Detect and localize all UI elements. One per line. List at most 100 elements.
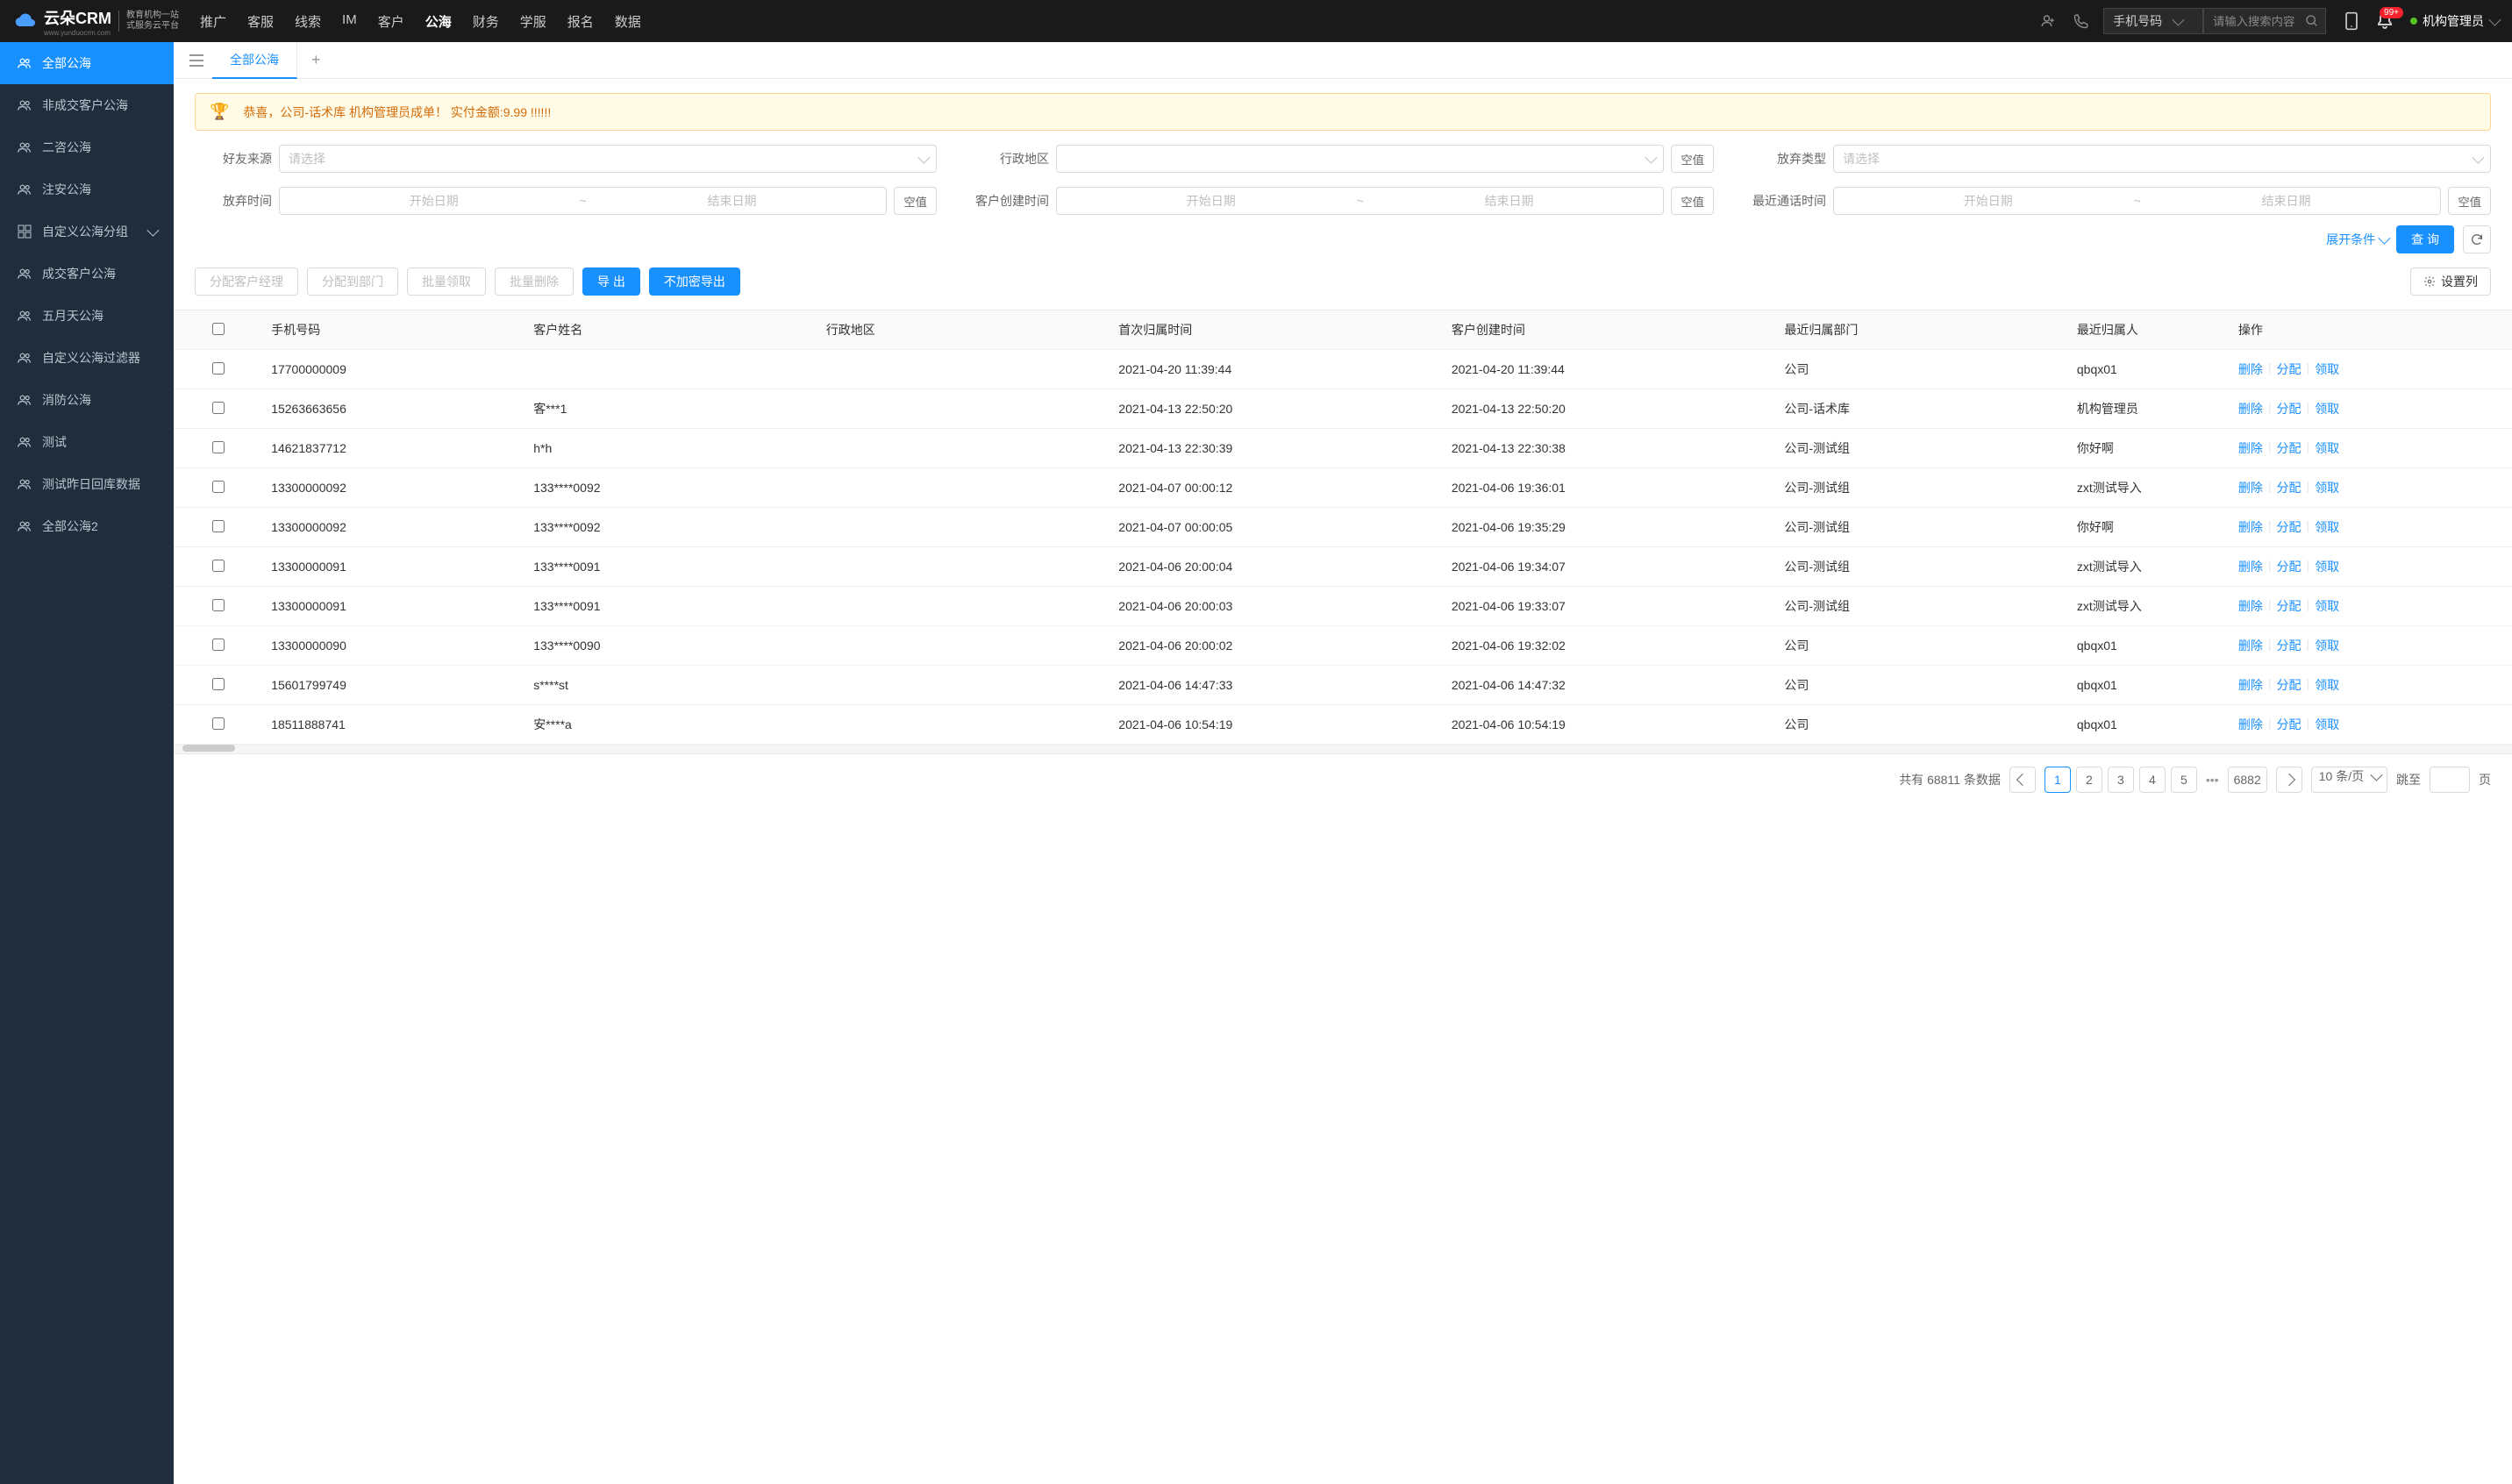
row-assign-link[interactable]: 分配 — [2277, 360, 2301, 378]
nav-item-1[interactable]: 客服 — [247, 12, 274, 31]
row-checkbox[interactable] — [212, 599, 225, 611]
assign-dept-button[interactable]: 分配到部门 — [307, 268, 398, 296]
export-button[interactable]: 导 出 — [582, 268, 640, 296]
expand-filters-link[interactable]: 展开条件 — [2326, 231, 2387, 248]
row-checkbox[interactable] — [212, 520, 225, 532]
row-delete-link[interactable]: 删除 — [2238, 676, 2263, 694]
notifications-button[interactable]: 99+ — [2377, 12, 2393, 30]
row-assign-link[interactable]: 分配 — [2277, 558, 2301, 575]
batch-claim-button[interactable]: 批量领取 — [407, 268, 486, 296]
horizontal-scrollbar[interactable] — [174, 745, 2512, 753]
nav-item-4[interactable]: 客户 — [378, 12, 404, 31]
search-icon[interactable] — [2305, 14, 2319, 28]
query-button[interactable]: 查 询 — [2396, 225, 2454, 253]
row-claim-link[interactable]: 领取 — [2315, 518, 2339, 536]
nav-item-7[interactable]: 学服 — [520, 12, 546, 31]
nav-item-6[interactable]: 财务 — [473, 12, 499, 31]
sidebar-item-2[interactable]: 二咨公海 — [0, 126, 174, 168]
row-checkbox[interactable] — [212, 481, 225, 493]
sidebar-item-3[interactable]: 注安公海 — [0, 168, 174, 210]
page-button-1[interactable]: 1 — [2045, 767, 2071, 793]
row-claim-link[interactable]: 领取 — [2315, 558, 2339, 575]
mobile-icon[interactable] — [2344, 11, 2359, 31]
row-assign-link[interactable]: 分配 — [2277, 439, 2301, 457]
sidebar-item-5[interactable]: 成交客户公海 — [0, 253, 174, 295]
row-checkbox[interactable] — [212, 362, 225, 375]
batch-delete-button[interactable]: 批量删除 — [495, 268, 574, 296]
page-size-select[interactable]: 10 条/页 — [2311, 767, 2387, 793]
phone-icon[interactable] — [2073, 13, 2089, 29]
row-checkbox[interactable] — [212, 560, 225, 572]
row-checkbox[interactable] — [212, 402, 225, 414]
row-delete-link[interactable]: 删除 — [2238, 518, 2263, 536]
sidebar-item-8[interactable]: 消防公海 — [0, 379, 174, 421]
row-assign-link[interactable]: 分配 — [2277, 597, 2301, 615]
row-delete-link[interactable]: 删除 — [2238, 479, 2263, 496]
row-delete-link[interactable]: 删除 — [2238, 439, 2263, 457]
set-columns-button[interactable]: 设置列 — [2410, 268, 2491, 296]
sidebar-item-4[interactable]: 自定义公海分组 — [0, 210, 174, 253]
abandon-type-select[interactable]: 请选择 — [1833, 145, 2491, 173]
search-type-select[interactable]: 手机号码 — [2103, 8, 2203, 34]
select-all-checkbox[interactable] — [212, 323, 225, 335]
sidebar-item-7[interactable]: 自定义公海过滤器 — [0, 337, 174, 379]
assign-manager-button[interactable]: 分配客户经理 — [195, 268, 298, 296]
page-button-3[interactable]: 3 — [2108, 767, 2134, 793]
row-claim-link[interactable]: 领取 — [2315, 439, 2339, 457]
friend-source-select[interactable]: 请选择 — [279, 145, 937, 173]
page-button-4[interactable]: 4 — [2139, 767, 2166, 793]
nav-item-0[interactable]: 推广 — [200, 12, 226, 31]
row-claim-link[interactable]: 领取 — [2315, 360, 2339, 378]
nav-item-9[interactable]: 数据 — [615, 12, 641, 31]
create-time-range[interactable]: 开始日期~结束日期 — [1056, 187, 1664, 215]
row-checkbox[interactable] — [212, 441, 225, 453]
row-claim-link[interactable]: 领取 — [2315, 597, 2339, 615]
abandon-time-range[interactable]: 开始日期~结束日期 — [279, 187, 887, 215]
prev-page-button[interactable] — [2009, 767, 2036, 793]
region-empty-button[interactable]: 空值 — [1671, 145, 1714, 173]
row-claim-link[interactable]: 领取 — [2315, 676, 2339, 694]
user-add-icon[interactable] — [2040, 13, 2056, 29]
row-delete-link[interactable]: 删除 — [2238, 637, 2263, 654]
row-assign-link[interactable]: 分配 — [2277, 518, 2301, 536]
row-checkbox[interactable] — [212, 678, 225, 690]
last-page-button[interactable]: 6882 — [2228, 767, 2267, 793]
row-delete-link[interactable]: 删除 — [2238, 716, 2263, 733]
nav-item-8[interactable]: 报名 — [567, 12, 594, 31]
nav-item-3[interactable]: IM — [342, 12, 357, 31]
row-claim-link[interactable]: 领取 — [2315, 400, 2339, 417]
export-plain-button[interactable]: 不加密导出 — [649, 268, 740, 296]
nav-item-2[interactable]: 线索 — [295, 12, 321, 31]
logo[interactable]: 云朵CRM www.yunduocrm.com 教育机构一站 式服务云平台 — [14, 6, 179, 37]
next-page-button[interactable] — [2276, 767, 2302, 793]
sidebar-item-10[interactable]: 测试昨日回库数据 — [0, 463, 174, 505]
region-select[interactable] — [1056, 145, 1664, 173]
user-menu[interactable]: 机构管理员 — [2410, 12, 2498, 30]
row-delete-link[interactable]: 删除 — [2238, 558, 2263, 575]
sidebar-item-6[interactable]: 五月天公海 — [0, 295, 174, 337]
tab-add-button[interactable]: + — [297, 51, 335, 69]
tab-all-sea[interactable]: 全部公海 — [212, 42, 297, 79]
row-claim-link[interactable]: 领取 — [2315, 479, 2339, 496]
row-delete-link[interactable]: 删除 — [2238, 597, 2263, 615]
call-time-empty-button[interactable]: 空值 — [2448, 187, 2491, 215]
sidebar-item-9[interactable]: 测试 — [0, 421, 174, 463]
row-assign-link[interactable]: 分配 — [2277, 676, 2301, 694]
page-button-5[interactable]: 5 — [2171, 767, 2197, 793]
create-time-empty-button[interactable]: 空值 — [1671, 187, 1714, 215]
row-assign-link[interactable]: 分配 — [2277, 400, 2301, 417]
abandon-time-empty-button[interactable]: 空值 — [894, 187, 937, 215]
row-delete-link[interactable]: 删除 — [2238, 400, 2263, 417]
row-checkbox[interactable] — [212, 717, 225, 730]
sidebar-item-0[interactable]: 全部公海 — [0, 42, 174, 84]
row-claim-link[interactable]: 领取 — [2315, 637, 2339, 654]
row-assign-link[interactable]: 分配 — [2277, 716, 2301, 733]
sidebar-item-1[interactable]: 非成交客户公海 — [0, 84, 174, 126]
row-delete-link[interactable]: 删除 — [2238, 360, 2263, 378]
tab-menu-icon[interactable] — [181, 54, 212, 67]
row-assign-link[interactable]: 分配 — [2277, 637, 2301, 654]
row-checkbox[interactable] — [212, 639, 225, 651]
row-claim-link[interactable]: 领取 — [2315, 716, 2339, 733]
refresh-button[interactable] — [2463, 225, 2491, 253]
page-jump-input[interactable] — [2430, 767, 2470, 793]
